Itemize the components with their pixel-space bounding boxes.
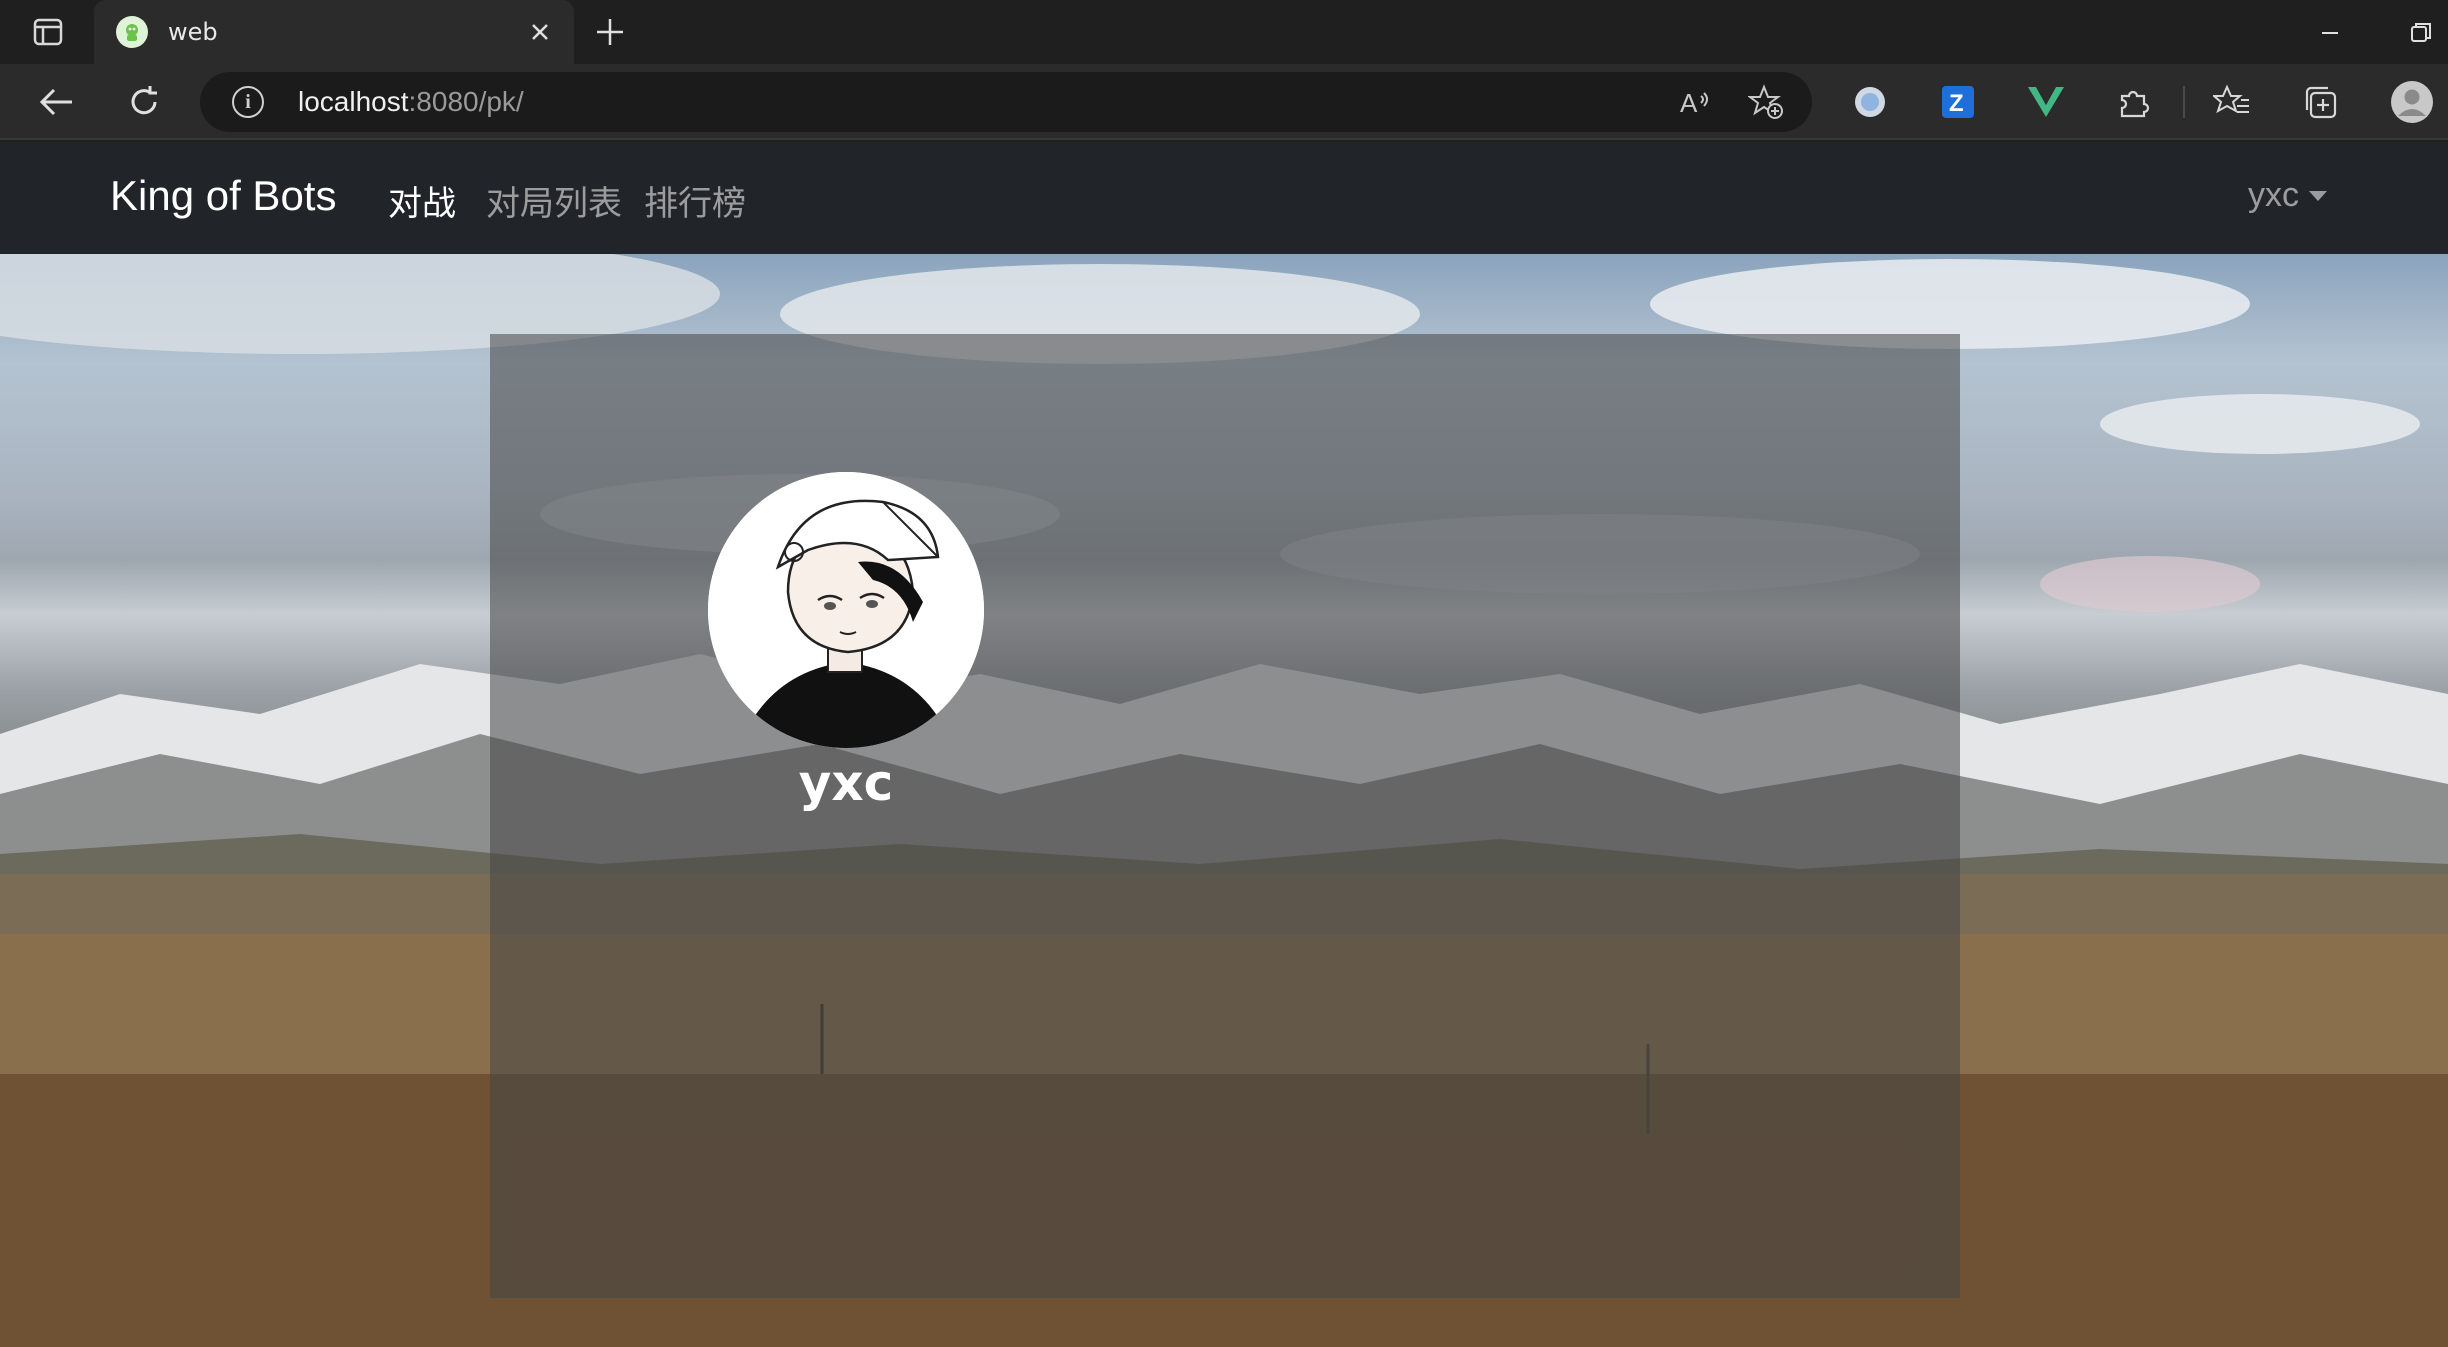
tab-web[interactable]: web — [94, 0, 574, 64]
read-aloud-button[interactable]: A — [1678, 84, 1714, 120]
minimize-button[interactable] — [2310, 18, 2350, 48]
minimize-icon — [2322, 32, 2338, 34]
profile-card: yxc — [490, 334, 1960, 1298]
favorites-button[interactable] — [2206, 76, 2258, 128]
puzzle-icon — [2120, 90, 2150, 118]
toolbar-separator — [2183, 86, 2185, 118]
caret-down-icon — [2309, 190, 2327, 201]
app-navbar: King of Bots 对战 对局列表 排行榜 yxc — [0, 142, 2448, 254]
extensions-button[interactable] — [2108, 76, 2160, 128]
back-button[interactable] — [30, 76, 82, 128]
close-icon — [532, 24, 548, 40]
tab-title: web — [168, 18, 218, 46]
nav-link-record-list[interactable]: 对局列表 — [486, 176, 622, 225]
avatar-illustration-icon — [708, 472, 984, 748]
navbar-username: yxc — [2248, 176, 2299, 214]
read-aloud-icon: A — [1680, 88, 1708, 117]
url-host: localhost — [298, 86, 409, 117]
page-background: yxc — [0, 254, 2448, 1347]
extension-circle-button[interactable] — [1844, 76, 1896, 128]
profile-button[interactable] — [2386, 76, 2438, 128]
profile-icon — [2391, 81, 2433, 123]
restore-button[interactable] — [2400, 18, 2440, 48]
svg-text:A: A — [1680, 88, 1698, 117]
sidebar-toggle-icon — [33, 18, 63, 46]
close-tab-button[interactable] — [524, 16, 556, 48]
url-path: :8080/pk/ — [408, 86, 524, 117]
extension-circle-icon — [1855, 87, 1885, 117]
user-dropdown-toggle[interactable]: yxc — [2248, 176, 2327, 215]
vue-icon — [2028, 87, 2064, 117]
url-text[interactable]: localhost:8080/pk/ — [298, 86, 524, 118]
vue-devtools-button[interactable] — [2020, 76, 2072, 128]
profile-username: yxc — [798, 754, 894, 812]
nav-link-pk[interactable]: 对战 — [388, 176, 456, 225]
extension-z-button[interactable]: Z — [1932, 76, 1984, 128]
extension-z-icon: Z — [1942, 86, 1974, 118]
plus-icon — [597, 19, 623, 45]
favicon-icon — [116, 16, 148, 48]
user-avatar — [708, 472, 984, 748]
nav-link-ranklist[interactable]: 排行榜 — [644, 176, 746, 225]
browser-tab-strip: web — [0, 0, 2448, 64]
info-icon[interactable]: i — [232, 86, 264, 118]
back-arrow-icon — [39, 88, 72, 116]
sidebar-toggle-button[interactable] — [26, 14, 70, 50]
favorites-icon — [2213, 84, 2249, 114]
favorite-add-icon — [1748, 84, 1783, 119]
refresh-icon — [131, 86, 157, 115]
restore-icon — [2411, 23, 2431, 42]
collections-icon — [2305, 86, 2337, 119]
brand-logo-text[interactable]: King of Bots — [110, 172, 336, 220]
browser-toolbar: i localhost:8080/pk/ A Z — [0, 64, 2448, 140]
svg-text:Z: Z — [1949, 90, 1964, 117]
address-bar[interactable]: i localhost:8080/pk/ A — [200, 72, 1812, 132]
favorite-add-button[interactable] — [1748, 84, 1784, 120]
refresh-button[interactable] — [118, 76, 170, 128]
new-tab-button[interactable] — [590, 12, 630, 52]
collections-button[interactable] — [2294, 76, 2346, 128]
